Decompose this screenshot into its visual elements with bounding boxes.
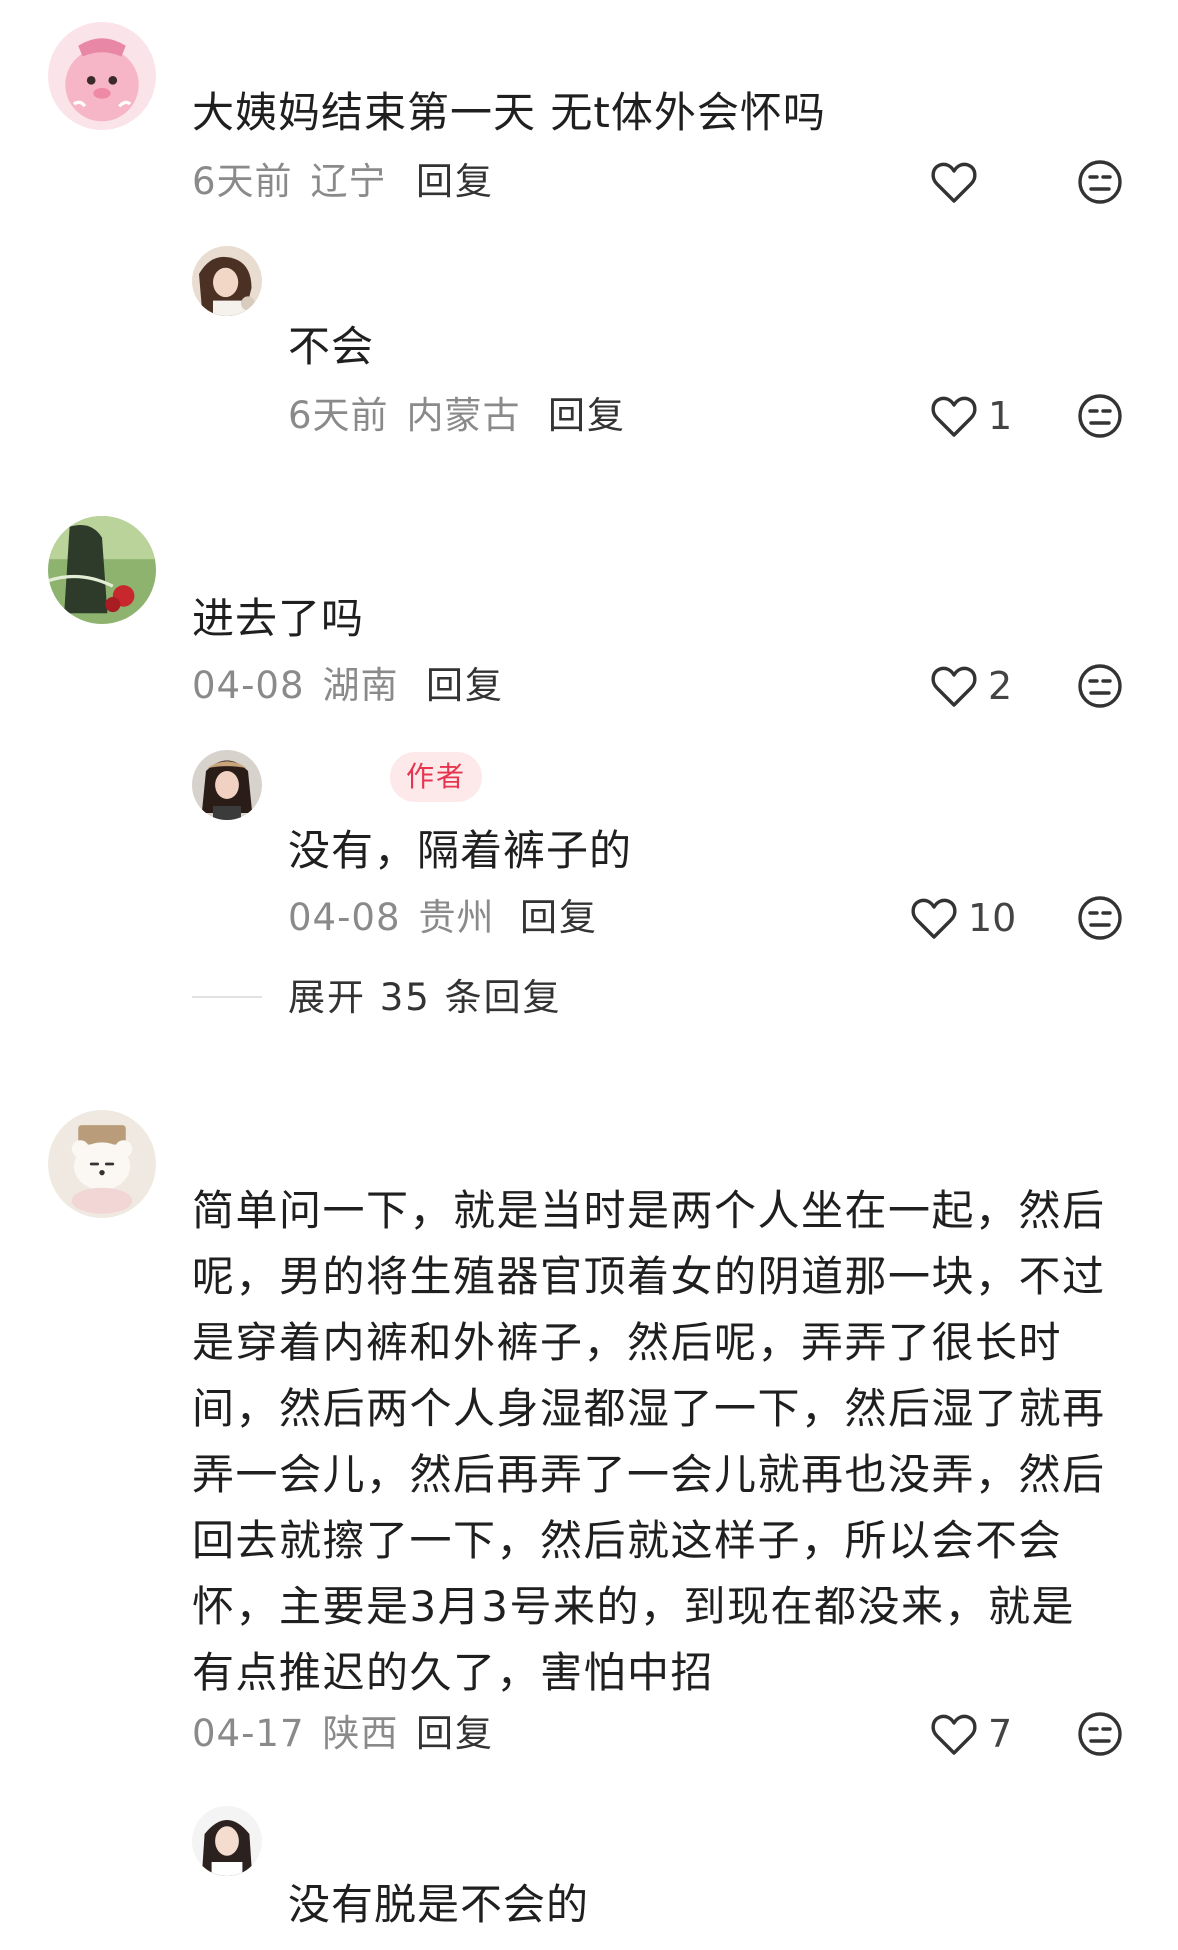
reply-date: 6天前 <box>288 394 389 437</box>
dislike-button[interactable] <box>1076 1710 1124 1758</box>
author-badge: 作者 <box>390 752 483 802</box>
comment-text: 进去了吗 <box>192 594 365 643</box>
like-button[interactable]: 10 <box>910 896 1016 940</box>
reply-meta: 6天前 内蒙古 <box>288 394 521 438</box>
heart-outline-icon <box>931 396 977 437</box>
heart-outline-icon <box>931 1714 977 1755</box>
comment-date: 6天前 <box>192 160 293 203</box>
like-count: 10 <box>968 896 1017 940</box>
like-count: 7 <box>988 1712 1013 1756</box>
meh-face-icon <box>1078 896 1122 940</box>
heart-outline-icon <box>931 666 977 707</box>
reply-text: 不会 <box>288 322 375 371</box>
reply-button[interactable]: 回复 <box>426 664 504 708</box>
expand-divider <box>192 996 262 998</box>
comment-text: 大姨妈结束第一天 无t体外会怀吗 <box>192 88 826 137</box>
heart-outline-icon <box>911 898 957 939</box>
comment-meta: 04-17 陕西 <box>192 1712 399 1756</box>
comment-location: 陕西 <box>322 1712 399 1755</box>
like-button[interactable]: 1 <box>930 394 1012 438</box>
comment-meta: 6天前 辽宁 <box>192 160 387 204</box>
like-button[interactable]: 2 <box>930 664 1012 708</box>
reply-button[interactable]: 回复 <box>520 896 598 940</box>
reply-text: 没有，隔着裤子的 <box>288 826 633 875</box>
like-count: 1 <box>988 394 1013 438</box>
expand-replies-button[interactable]: 展开 35 条回复 <box>288 976 562 1020</box>
reply-location: 贵州 <box>418 896 495 939</box>
dislike-button[interactable] <box>1076 392 1124 440</box>
comment-meta: 04-08 湖南 <box>192 664 399 708</box>
like-button[interactable] <box>930 160 978 204</box>
heart-outline-icon <box>931 162 977 203</box>
avatar-bear-plush[interactable] <box>48 1110 156 1218</box>
avatar-girl-photo[interactable] <box>192 246 262 316</box>
meh-face-icon <box>1078 394 1122 438</box>
comment-location: 湖南 <box>322 664 399 707</box>
avatar-pink-cartoon[interactable] <box>48 22 156 130</box>
avatar-garden-photo[interactable] <box>48 516 156 624</box>
meh-face-icon <box>1078 1712 1122 1756</box>
reply-location: 内蒙古 <box>406 394 521 437</box>
like-button[interactable]: 7 <box>930 1712 1012 1756</box>
reply-button[interactable]: 回复 <box>548 394 626 438</box>
meh-face-icon <box>1078 664 1122 708</box>
reply-button[interactable]: 回复 <box>416 160 494 204</box>
comment-date: 04-17 <box>192 1712 305 1755</box>
avatar-girl-white[interactable] <box>192 1806 262 1876</box>
comment-date: 04-08 <box>192 664 305 707</box>
dislike-button[interactable] <box>1076 158 1124 206</box>
reply-text: 没有脱是不会的 <box>288 1880 590 1929</box>
like-count: 2 <box>988 664 1013 708</box>
dislike-button[interactable] <box>1076 662 1124 710</box>
comment-location: 辽宁 <box>310 160 387 203</box>
comment-text: 简单问一下，就是当时是两个人坐在一起，然后呢，男的将生殖器官顶着女的阴道那一块，… <box>192 1186 1106 1697</box>
meh-face-icon <box>1078 160 1122 204</box>
reply-button[interactable]: 回复 <box>416 1712 494 1756</box>
dislike-button[interactable] <box>1076 894 1124 942</box>
reply-date: 04-08 <box>288 896 401 939</box>
avatar-girl-hat[interactable] <box>192 750 262 820</box>
reply-meta: 04-08 贵州 <box>288 896 495 940</box>
